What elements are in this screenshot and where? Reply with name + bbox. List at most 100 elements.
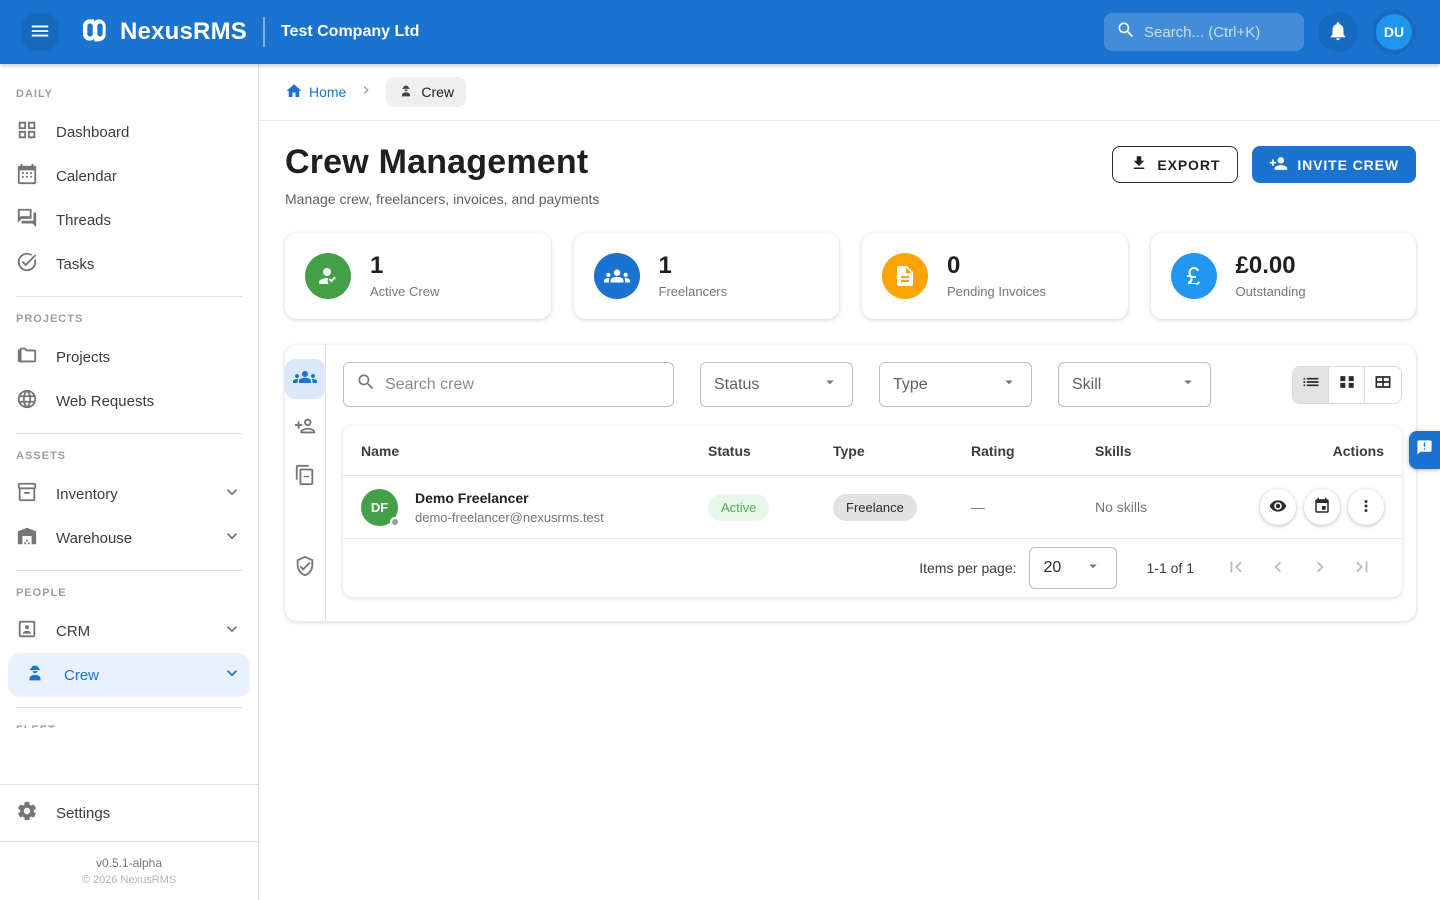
documents-button[interactable] [285,457,325,497]
stat-card-freelancers: 1 Freelancers [574,233,840,319]
app-version: v0.5.1-alpha [0,856,258,870]
breadcrumb-current: Crew [386,77,466,107]
feedback-tab-button[interactable] [1409,431,1440,469]
grid-view-toggle[interactable] [1329,367,1365,403]
top-navbar: NexusRMS Test Company Ltd DU [0,0,1440,64]
nexusrms-logo-icon [78,13,112,52]
sidebar-item-crew[interactable]: Crew [8,653,250,697]
sidebar-item-projects[interactable]: Projects [0,335,258,379]
stat-value: £0.00 [1236,253,1306,279]
next-page-button[interactable] [1306,554,1334,582]
sidebar-item-calendar[interactable]: Calendar [0,154,258,198]
list-view-icon [1301,372,1321,397]
panel-tool-strip [285,345,326,621]
feedback-icon [1416,439,1433,461]
global-search[interactable] [1104,13,1304,51]
hamburger-menu-button[interactable] [20,12,60,52]
table-row[interactable]: DF Demo Freelancer demo-freelancer@nexus… [343,476,1402,539]
section-projects: PROJECTS [0,307,258,335]
avatar: DU [1376,14,1412,50]
breadcrumb-home-link[interactable]: Home [285,82,346,103]
column-header-status: Status [708,443,833,459]
skill-filter-select[interactable]: Skill [1058,362,1211,407]
first-page-icon [1225,556,1247,581]
sidebar-divider [16,570,242,571]
crew-search-input[interactable] [385,376,661,394]
chevron-down-icon [222,619,242,644]
shield-check-icon [294,555,316,582]
more-options-button[interactable] [1348,489,1384,525]
sidebar-item-tasks[interactable]: Tasks [0,242,258,286]
first-page-button[interactable] [1222,554,1250,582]
pagination-bar: Items per page: 20 1-1 of 1 [343,539,1402,597]
sidebar-item-inventory[interactable]: Inventory [0,472,258,516]
avatar-initials: DF [371,500,388,515]
last-page-icon [1351,556,1373,581]
settings-block: Settings v0.5.1-alpha © 2026 NexusRMS [0,784,258,900]
global-search-input[interactable] [1144,24,1343,41]
sidebar-item-settings[interactable]: Settings [0,785,258,841]
crew-avatar: DF [361,489,398,526]
status-filter-select[interactable]: Status [700,362,853,407]
brand-name: NexusRMS [120,18,247,46]
rating-value: — [971,499,1095,515]
previous-page-button[interactable] [1264,554,1292,582]
list-view-toggle[interactable] [1293,367,1329,403]
crew-list-view-button[interactable] [285,359,325,399]
sidebar-item-warehouse[interactable]: Warehouse [0,516,258,560]
export-button-label: EXPORT [1157,157,1220,173]
notifications-button[interactable] [1318,12,1358,52]
invite-person-button[interactable] [285,408,325,448]
table-header-row: Name Status Type Rating Skills Actions [343,426,1402,476]
crew-name: Demo Freelancer [415,490,604,506]
sidebar-footer: v0.5.1-alpha © 2026 NexusRMS [0,841,258,900]
sidebar-item-threads[interactable]: Threads [0,198,258,242]
dropdown-arrow-icon [821,373,839,396]
download-icon [1130,154,1148,175]
sidebar-scroll[interactable]: DAILY Dashboard Calendar Threads Tasks P… [0,64,258,784]
company-name: Test Company Ltd [281,23,419,41]
chevron-left-icon [1267,556,1289,581]
user-menu-button[interactable]: DU [1372,10,1416,54]
home-icon [285,82,303,103]
sidebar-divider [16,296,242,297]
page-size-select[interactable]: 20 [1029,547,1117,589]
contact-card-icon [16,618,38,645]
tasks-icon [16,251,38,278]
type-filter-select[interactable]: Type [879,362,1032,407]
stat-value: 1 [370,253,439,279]
sidebar-item-crm[interactable]: CRM [0,609,258,653]
groups-icon [293,365,317,394]
stats-row: 1 Active Crew 1 Freelancers 0 Pending In… [259,207,1440,319]
section-fleet: FLEET [0,718,258,728]
crew-search-field[interactable] [343,362,674,407]
breadcrumb-current-label: Crew [421,84,454,100]
sidebar-item-label: Inventory [56,486,204,503]
navbar-divider [263,17,265,47]
sidebar-item-web-requests[interactable]: Web Requests [0,379,258,423]
dropdown-arrow-icon [1084,557,1102,580]
schedule-button[interactable] [1304,489,1340,525]
dropdown-arrow-icon [1000,373,1018,396]
status-filter-label: Status [714,376,759,394]
person-add-icon [1269,154,1288,176]
brand[interactable]: NexusRMS [78,13,247,52]
view-crew-button[interactable] [1260,489,1296,525]
invite-crew-button[interactable]: INVITE CREW [1252,146,1416,183]
stat-label: Active Crew [370,284,439,299]
view-toggle-group [1292,366,1402,404]
menu-icon [29,20,51,45]
last-page-button[interactable] [1348,554,1376,582]
table-view-toggle[interactable] [1365,367,1401,403]
sidebar-item-label: Tasks [56,256,242,273]
export-button[interactable]: EXPORT [1112,146,1238,183]
sidebar-item-dashboard[interactable]: Dashboard [0,110,258,154]
page-subtitle: Manage crew, freelancers, invoices, and … [285,191,599,207]
breadcrumb: Home Crew [259,64,1440,121]
type-badge: Freelance [833,494,917,521]
page-title: Crew Management [285,143,599,182]
table-view-icon [1373,372,1393,397]
section-assets: ASSETS [0,444,258,472]
sidebar-item-label: Warehouse [56,530,204,547]
compliance-button[interactable] [285,548,325,588]
